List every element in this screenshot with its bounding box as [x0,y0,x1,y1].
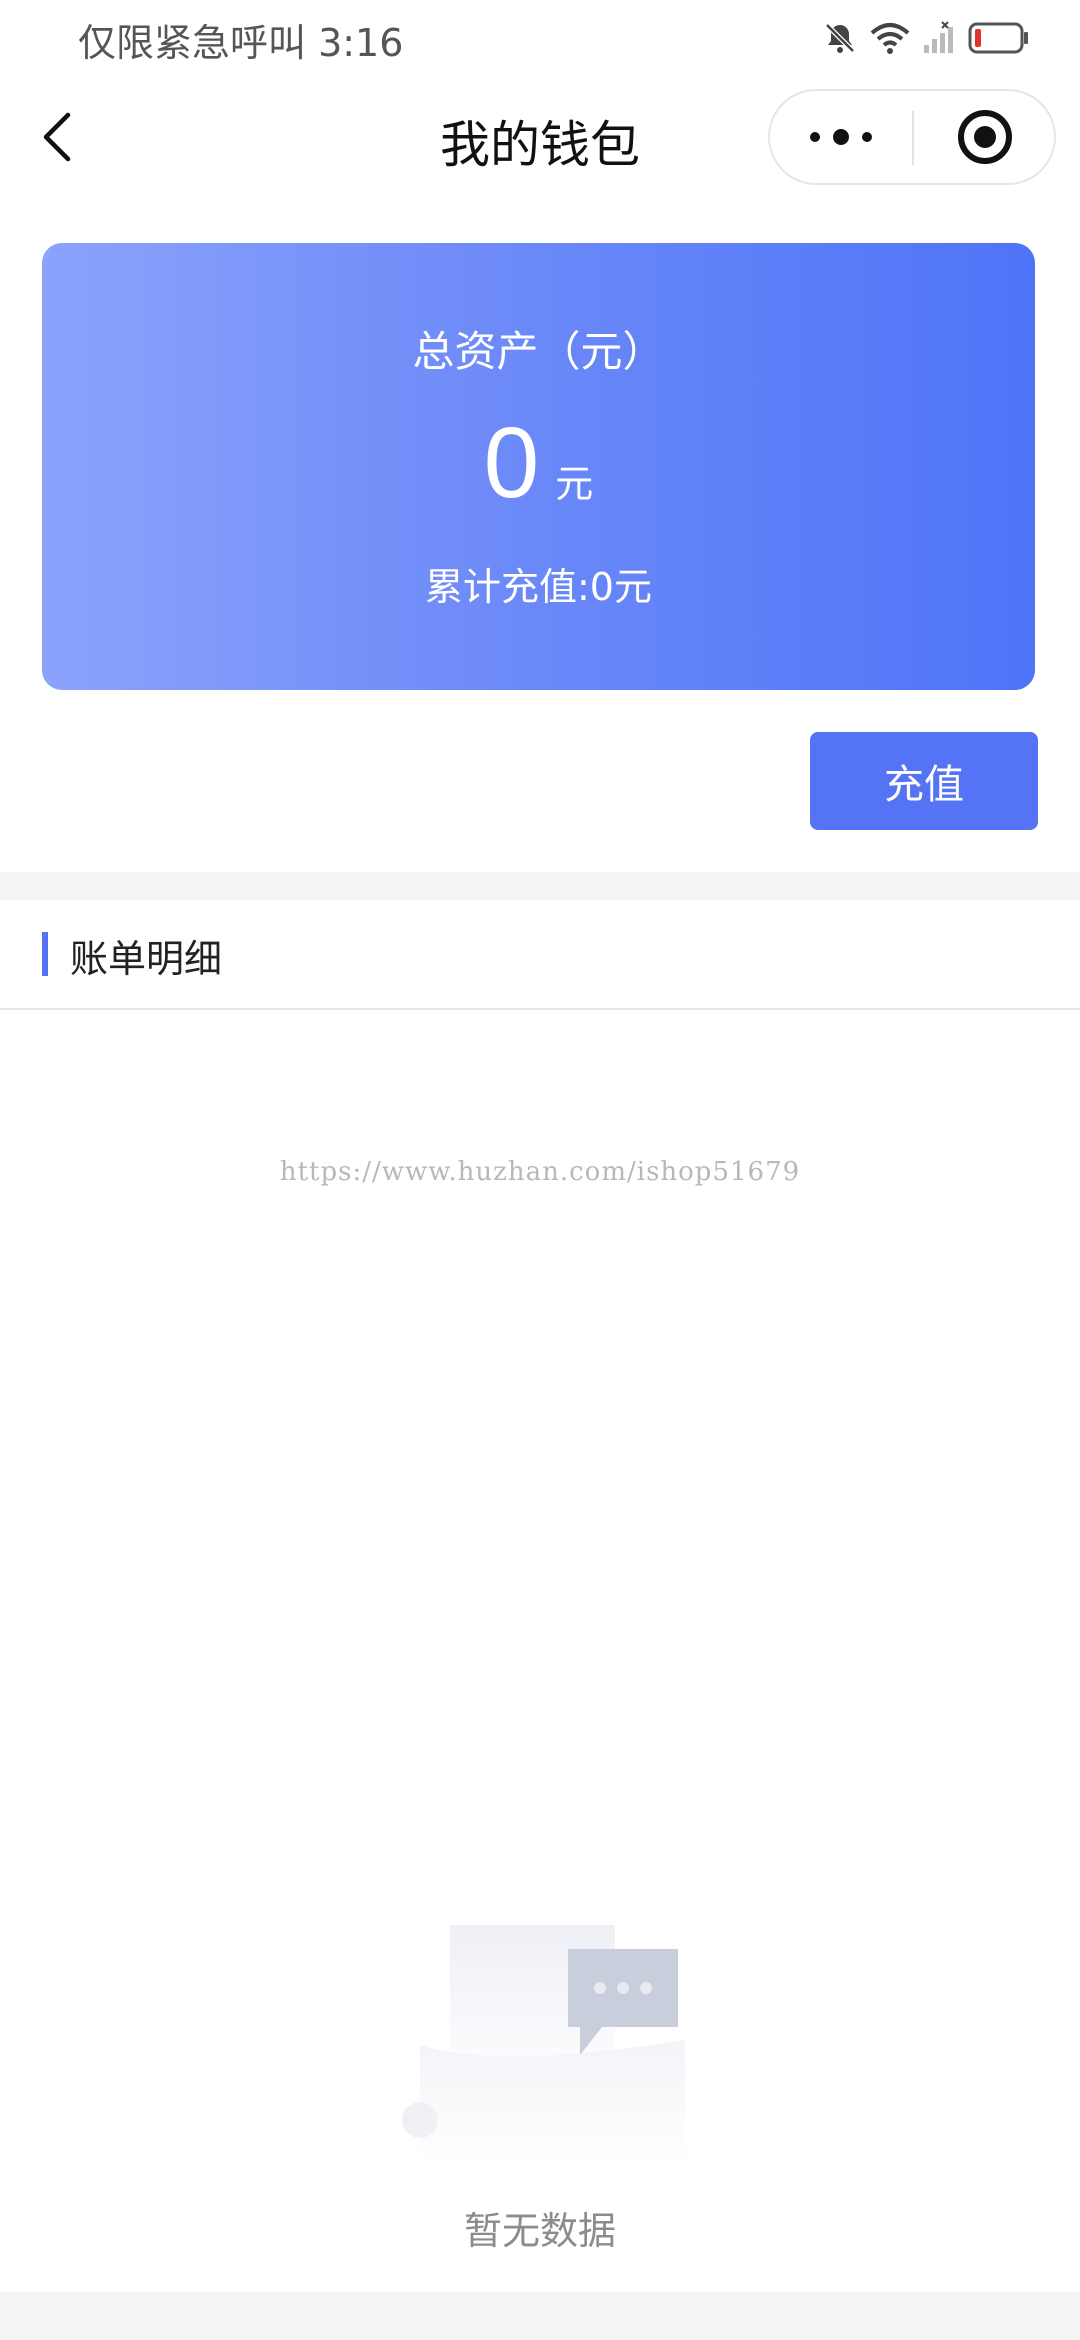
empty-box-icon [402,1925,685,2165]
status-carrier-time: 仅限紧急呼叫 3:16 [78,21,404,65]
total-assets-amount: 0 [483,407,540,519]
watermark: https://www.huzhan.com/ishop51679 [279,1157,801,1187]
more-dots-icon [810,129,872,145]
section-divider [0,872,1080,900]
target-icon [958,110,1012,164]
status-icons [822,18,1030,58]
bell-muted-icon [825,23,855,53]
bottom-gray-bar [0,2292,1080,2340]
bill-accent-bar [42,932,48,976]
recharge-button[interactable]: 充值 [810,732,1038,830]
status-bar: 仅限紧急呼叫 3:16 [0,0,1080,75]
asset-amount-row: 0 元 [42,413,1035,513]
wifi-icon [870,23,910,54]
more-button[interactable] [770,91,913,183]
empty-state-text: 暂无数据 [463,2209,616,2253]
empty-state-illustration [390,1915,690,2175]
asset-card: 总资产（元） 0 元 累计充值:0元 [42,243,1035,690]
signal-icon [924,21,953,53]
battery-low-icon [968,22,1028,54]
total-assets-label: 总资产（元） [412,327,665,376]
bill-title: 账单明细 [70,937,223,981]
close-button[interactable] [914,91,1056,183]
total-assets-unit: 元 [555,462,594,506]
total-recharged: 累计充值:0元 [425,565,652,609]
bill-header: 账单明细 [0,900,1080,1010]
nav-bar: 我的钱包 [0,75,1080,200]
mini-program-capsule [768,89,1056,185]
